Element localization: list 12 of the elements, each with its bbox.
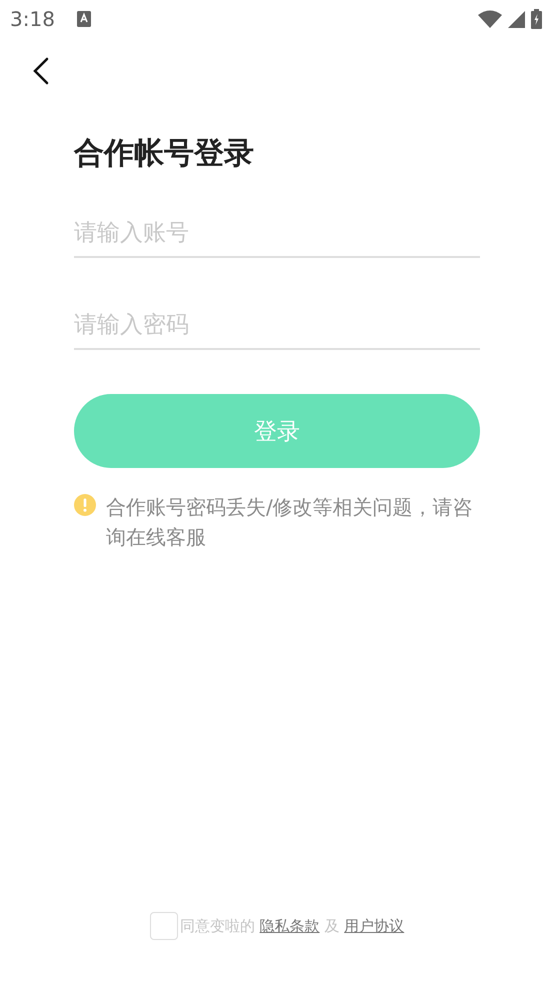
battery-icon xyxy=(531,9,542,29)
privacy-link[interactable]: 隐私条款 xyxy=(260,916,320,934)
status-time: 3:18 xyxy=(10,7,55,31)
page-title: 合作帐号登录 xyxy=(74,135,255,173)
agree-checkbox[interactable] xyxy=(150,912,178,940)
terms-link[interactable]: 用户协议 xyxy=(344,916,404,934)
keyboard-icon xyxy=(76,11,91,27)
agreement-text: 同意变啦的 隐私条款 及 用户协议 xyxy=(180,916,404,936)
signal-icon xyxy=(508,10,525,28)
wifi-icon xyxy=(478,10,502,28)
help-notice: 合作账号密码丢失/修改等相关问题，请咨询在线客服 xyxy=(106,494,474,551)
warning-icon xyxy=(74,494,96,516)
